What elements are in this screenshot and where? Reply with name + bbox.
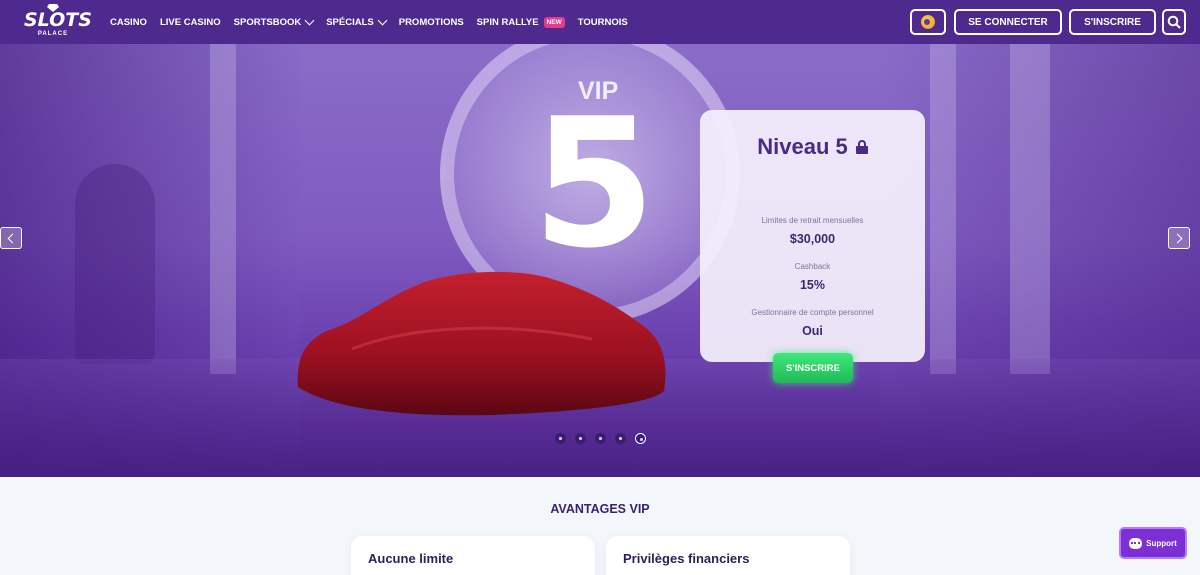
support-button[interactable]: Support (1119, 527, 1187, 559)
main-nav: CASINO LIVE CASINO SPORTSBOOK SPÉCIALS P… (110, 0, 641, 44)
nav-live-casino[interactable]: LIVE CASINO (160, 17, 221, 28)
nav-casino[interactable]: CASINO (110, 17, 147, 28)
nav-tournois[interactable]: TOURNOIS (578, 17, 628, 28)
benefit-card-title: Privilèges financiers (623, 551, 750, 566)
brand-sub: PALACE (37, 31, 69, 37)
signup-button[interactable]: S'INSCRIRE (1069, 9, 1156, 35)
withdrawal-limit-value: $30,000 (789, 232, 836, 246)
cashback-value: 15% (799, 278, 826, 292)
nav-spin-rallye[interactable]: SPIN RALLYE NEW (477, 16, 565, 28)
rewards-button[interactable] (910, 9, 946, 35)
nav-sportsbook[interactable]: SPORTSBOOK (234, 15, 315, 28)
carousel-next-button[interactable] (1168, 227, 1190, 249)
vip-level-title: Niveau 5 (700, 134, 925, 160)
benefit-card-title: Aucune limite (368, 551, 454, 566)
background-plant (75, 164, 155, 364)
nav-promotions[interactable]: PROMOTIONS (399, 17, 464, 28)
vip-level-card: Niveau 5 Limites de retrait mensuelles $… (700, 110, 925, 383)
background-pillar (210, 44, 236, 374)
account-manager-value: Oui (802, 324, 823, 338)
nav-specials[interactable]: SPÉCIALS (326, 15, 388, 28)
login-button[interactable]: SE CONNECTER (954, 9, 1062, 35)
vip-signup-button[interactable]: S'INSCRIRE (773, 353, 853, 383)
background-pillar (930, 44, 956, 374)
brand-logo[interactable]: SLOTS PALACE (24, 4, 92, 40)
new-badge: NEW (543, 16, 565, 28)
header-actions: SE CONNECTER S'INSCRIRE (910, 9, 1186, 35)
carousel-prev-button[interactable] (0, 227, 22, 249)
coin-icon (921, 15, 935, 29)
search-button[interactable] (1162, 9, 1186, 35)
search-icon (1167, 15, 1181, 29)
chevron-down-icon (377, 15, 388, 25)
benefit-card[interactable]: Aucune limite (351, 536, 595, 575)
section-title: AVANTAGES VIP (550, 502, 650, 516)
account-manager-label: Gestionnaire de compte personnel (751, 308, 874, 317)
carousel-dot[interactable] (555, 433, 566, 444)
carousel-dots (555, 433, 655, 444)
vip-level-number: 5 (532, 80, 656, 287)
hero-banner: VIP 5 Niveau 5 Limites de retrait mensue… (0, 44, 1200, 477)
top-header: SLOTS PALACE CASINO LIVE CASINO SPORTSBO… (0, 0, 1200, 44)
chevron-left-icon (7, 233, 18, 243)
carousel-dot[interactable] (575, 433, 586, 444)
covered-car-image (297, 271, 666, 416)
chevron-right-icon (1172, 233, 1183, 243)
background-pillar (1010, 44, 1050, 374)
carousel-dot[interactable] (615, 433, 626, 444)
cashback-label: Cashback (794, 262, 831, 271)
lock-icon (855, 140, 868, 154)
chevron-down-icon (304, 15, 315, 25)
carousel-dot-active[interactable] (635, 433, 646, 444)
withdrawal-limit-label: Limites de retrait mensuelles (761, 216, 864, 225)
chat-bubble-icon (1129, 537, 1143, 549)
benefit-card[interactable]: Privilèges financiers (606, 536, 850, 575)
carousel-dot[interactable] (595, 433, 606, 444)
brand-name: SLOTS (24, 9, 92, 31)
